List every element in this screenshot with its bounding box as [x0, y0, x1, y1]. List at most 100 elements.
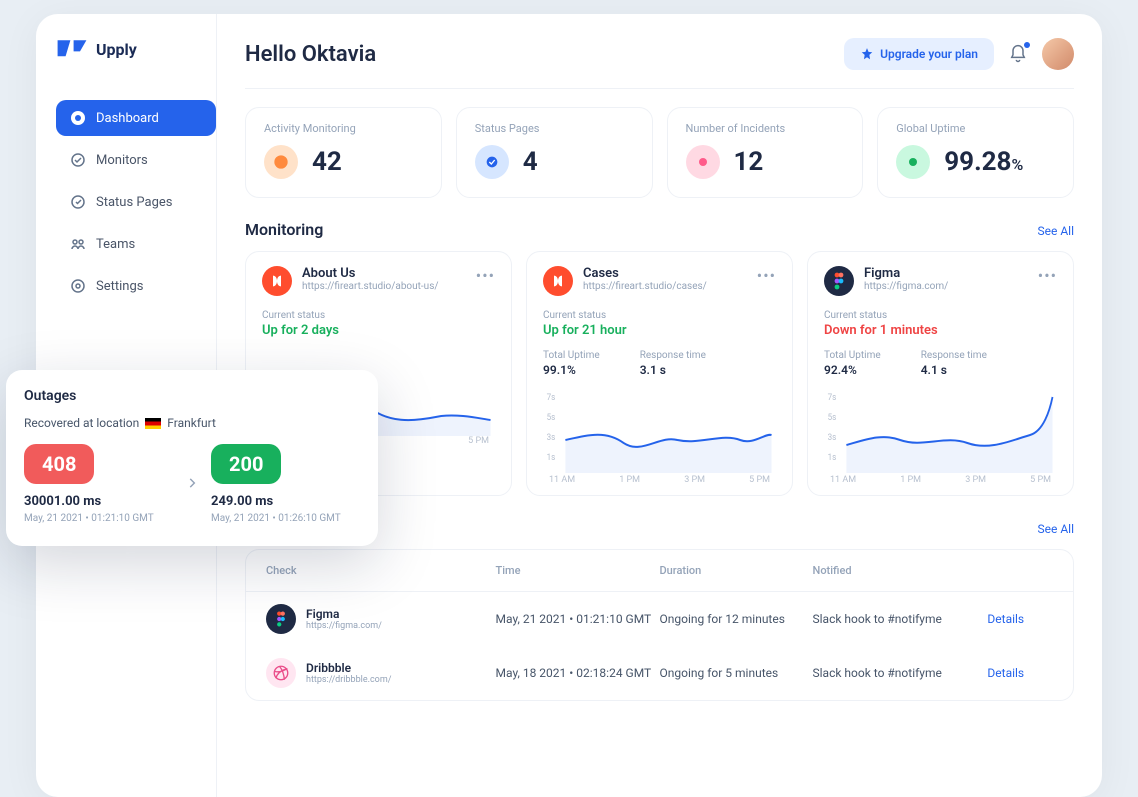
- notifications-button[interactable]: [1008, 44, 1028, 64]
- sidebar-item-settings[interactable]: Settings: [56, 268, 216, 304]
- col-check: Check: [266, 564, 496, 577]
- alert-details-link[interactable]: Details: [987, 666, 1053, 680]
- monitor-chart: 7s 5s 3s 1s 11 AM 1 PM 3 PM 5 PM: [824, 385, 1057, 485]
- status-label: Current status: [262, 310, 495, 321]
- monitor-menu-button[interactable]: •••: [476, 266, 495, 285]
- sidebar-item-label: Settings: [96, 279, 143, 294]
- status-label: Current status: [824, 310, 1057, 321]
- svg-text:1s: 1s: [828, 453, 837, 464]
- resp-label: Response time: [921, 350, 987, 361]
- alerts-table: Check Time Duration Notified Figma https…: [245, 549, 1074, 701]
- svg-text:3s: 3s: [828, 433, 837, 444]
- resp-value: 3.1 s: [640, 363, 706, 377]
- monitor-menu-button[interactable]: •••: [757, 266, 776, 285]
- alert-notified: Slack hook to #notifyme: [813, 666, 988, 680]
- stat-value: 12: [734, 147, 764, 177]
- alert-details-link[interactable]: Details: [987, 612, 1053, 626]
- svg-text:5s: 5s: [547, 413, 556, 424]
- svg-text:7s: 7s: [828, 393, 837, 404]
- stats-row: Activity Monitoring 42 Status Pages 4: [245, 107, 1074, 198]
- monitor-url: https://fireart.studio/cases/: [583, 281, 707, 292]
- alerts-see-all-link[interactable]: See All: [1038, 522, 1075, 536]
- status-label: Current status: [543, 310, 776, 321]
- recovered-prefix: Recovered at location: [24, 416, 139, 430]
- germany-flag-icon: [145, 418, 161, 429]
- incidents-icon: [686, 145, 720, 179]
- x-tick: 5 PM: [468, 436, 489, 446]
- recovered-location: Frankfurt: [167, 416, 216, 430]
- monitoring-see-all-link[interactable]: See All: [1038, 224, 1075, 238]
- page-title: Hello Oktavia: [245, 42, 376, 67]
- alert-name: Figma: [306, 607, 382, 621]
- stat-label: Activity Monitoring: [264, 122, 423, 135]
- sidebar-item-label: Status Pages: [96, 195, 173, 210]
- status-code-408-badge: 408: [24, 444, 94, 484]
- alert-url: https://dribbble.com/: [306, 675, 391, 685]
- status-pages-icon: [70, 194, 86, 210]
- monitor-name: About Us: [302, 266, 438, 281]
- x-tick: 1 PM: [900, 475, 921, 485]
- monitor-url: https://figma.com/: [864, 281, 948, 292]
- sidebar-item-monitors[interactable]: Monitors: [56, 142, 216, 178]
- sidebar-item-dashboard[interactable]: Dashboard: [56, 100, 216, 136]
- sidebar-item-status-pages[interactable]: Status Pages: [56, 184, 216, 220]
- svg-text:1s: 1s: [547, 453, 556, 464]
- upgrade-plan-button[interactable]: Upgrade your plan: [844, 38, 994, 70]
- stat-status-pages: Status Pages 4: [456, 107, 653, 198]
- x-tick: 5 PM: [749, 475, 770, 485]
- table-row: Dribbble https://dribbble.com/ May, 18 2…: [246, 646, 1073, 700]
- outage-timestamp: May, 21 2021 • 01:26:10 GMT: [211, 513, 360, 524]
- sidebar-nav: Dashboard Monitors Status Pages Teams: [56, 100, 216, 304]
- alerts-columns: Check Time Duration Notified: [246, 550, 1073, 592]
- x-tick: 11 AM: [830, 475, 856, 485]
- alert-duration: Ongoing for 5 minutes: [660, 666, 813, 680]
- outage-after: 200 249.00 ms May, 21 2021 • 01:26:10 GM…: [211, 444, 360, 524]
- sidebar-item-label: Monitors: [96, 153, 148, 168]
- avatar-button[interactable]: [1042, 38, 1074, 70]
- bell-icon: [1008, 44, 1028, 64]
- activity-icon: [264, 145, 298, 179]
- brand-logo[interactable]: Upply: [56, 38, 216, 60]
- monitoring-title: Monitoring: [245, 220, 323, 239]
- stat-value: 4: [523, 147, 538, 177]
- teams-icon: [70, 236, 86, 252]
- outage-latency: 249.00 ms: [211, 494, 360, 509]
- svg-text:5s: 5s: [828, 413, 837, 424]
- outages-popup: Outages Recovered at location Frankfurt …: [6, 370, 378, 546]
- status-value: Up for 21 hour: [543, 323, 776, 338]
- topbar-actions: Upgrade your plan: [844, 38, 1074, 70]
- stat-value: 99.28%: [944, 147, 1023, 177]
- upgrade-plan-label: Upgrade your plan: [880, 47, 978, 61]
- sidebar-item-label: Teams: [96, 237, 135, 252]
- alert-name: Dribbble: [306, 661, 391, 675]
- settings-icon: [70, 278, 86, 294]
- monitor-menu-button[interactable]: •••: [1038, 266, 1057, 285]
- stat-global-uptime: Global Uptime 99.28%: [877, 107, 1074, 198]
- dashboard-icon: [70, 110, 86, 126]
- stat-activity-monitoring: Activity Monitoring 42: [245, 107, 442, 198]
- alert-time: May, 18 2021 • 02:18:24 GMT: [496, 666, 660, 680]
- figma-icon: [824, 266, 854, 296]
- monitors-icon: [70, 152, 86, 168]
- monitor-url: https://fireart.studio/about-us/: [302, 281, 438, 292]
- alert-duration: Ongoing for 12 minutes: [660, 612, 813, 626]
- table-row: Figma https://figma.com/ May, 21 2021 • …: [246, 592, 1073, 646]
- monitoring-header: Monitoring See All: [245, 220, 1074, 239]
- status-pages-stat-icon: [475, 145, 509, 179]
- x-tick: 11 AM: [549, 475, 575, 485]
- alert-time: May, 21 2021 • 01:21:10 GMT: [496, 612, 660, 626]
- alert-url: https://figma.com/: [306, 621, 382, 631]
- sidebar-item-teams[interactable]: Teams: [56, 226, 216, 262]
- uptime-icon: [896, 145, 930, 179]
- figma-icon: [266, 604, 296, 634]
- x-tick: 5 PM: [1030, 475, 1051, 485]
- stat-label: Number of Incidents: [686, 122, 845, 135]
- stat-label: Global Uptime: [896, 122, 1055, 135]
- status-value: Up for 2 days: [262, 323, 495, 338]
- logo-icon: [56, 38, 88, 60]
- outage-timestamp: May, 21 2021 • 01:21:10 GMT: [24, 513, 173, 524]
- status-value: Down for 1 minutes: [824, 323, 1057, 338]
- sidebar-item-label: Dashboard: [96, 111, 159, 126]
- dribbble-icon: [266, 658, 296, 688]
- outages-title: Outages: [24, 388, 360, 404]
